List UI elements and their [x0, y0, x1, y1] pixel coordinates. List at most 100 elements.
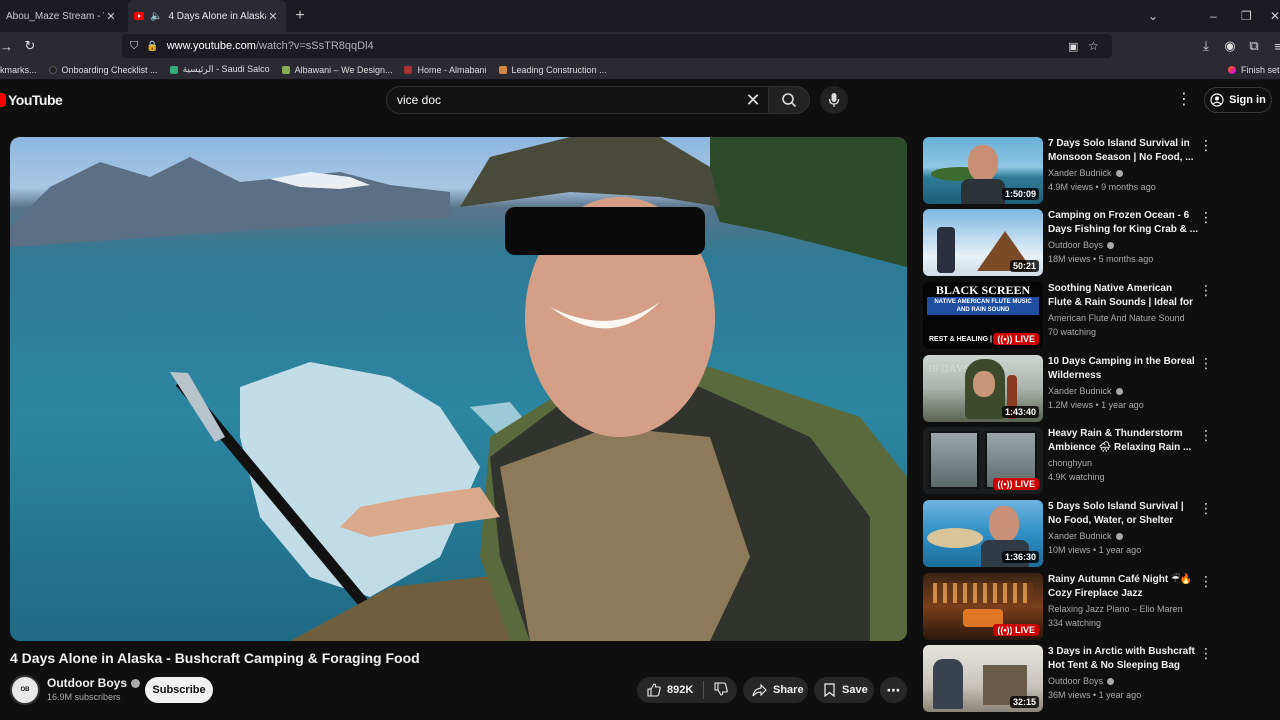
video-title: 4 Days Alone in Alaska - Bushcraft Campi…: [10, 650, 420, 666]
list-item[interactable]: 10 DAYS 1:43:40 10 Days Camping in the B…: [923, 355, 1223, 425]
lock-icon[interactable]: 🔒: [146, 41, 158, 52]
bookmark-item[interactable]: Home - Almabani: [404, 65, 487, 75]
restore-icon[interactable]: ❐: [1241, 0, 1252, 32]
bookmark-item[interactable]: Leading Construction ...: [498, 65, 607, 75]
voice-search-button[interactable]: [820, 86, 848, 114]
share-arrow-icon: [752, 683, 767, 696]
video-player[interactable]: [10, 137, 907, 641]
more-options-icon[interactable]: ⋮: [1199, 645, 1213, 661]
bookmark-item[interactable]: kmarks...: [0, 65, 37, 75]
bookmark-item[interactable]: الرئيسية - Saudi Salco: [169, 64, 270, 75]
recommendation-title[interactable]: Heavy Rain & Thunderstorm Ambience 🌧 Rel…: [1048, 427, 1198, 455]
new-tab-plus-icon[interactable]: +: [286, 7, 314, 25]
url-path-text: /watch?v=sSsTR8qqDl4: [255, 40, 374, 52]
bookmark-item[interactable]: Finish setu: [1228, 65, 1280, 75]
video-thumbnail[interactable]: 1:36:30: [923, 500, 1043, 567]
bookmark-favicon-icon: [169, 65, 178, 74]
verified-icon: [1115, 388, 1123, 396]
recommendation-title[interactable]: 7 Days Solo Island Survival in Monsoon S…: [1048, 137, 1198, 165]
more-options-icon[interactable]: ⋮: [1199, 573, 1213, 589]
window-close-icon[interactable]: ✕: [1270, 0, 1280, 32]
tracking-shield-icon[interactable]: ⛉: [130, 40, 138, 53]
list-item[interactable]: 50:21 Camping on Frozen Ocean - 6 Days F…: [923, 209, 1223, 279]
recommendation-channel[interactable]: Xander Budnick: [1048, 168, 1123, 178]
youtube-favicon-icon: [134, 12, 144, 20]
video-thumbnail[interactable]: 10 DAYS 1:43:40: [923, 355, 1043, 422]
list-item[interactable]: ((•)) LIVE Heavy Rain & Thunderstorm Amb…: [923, 427, 1223, 497]
menu-icon[interactable]: ≡: [1266, 39, 1280, 54]
recommendation-meta: 18M views • 5 months ago: [1048, 254, 1154, 264]
save-button[interactable]: Save: [814, 677, 874, 703]
video-thumbnail[interactable]: ((•)) LIVE: [923, 573, 1043, 640]
verified-icon: [1107, 242, 1115, 250]
list-item[interactable]: 32:15 3 Days in Arctic with Bushcraft Ho…: [923, 645, 1223, 715]
recommendation-meta: 10M views • 1 year ago: [1048, 545, 1142, 555]
bookmark-item[interactable]: Onboarding Checklist ...: [48, 65, 158, 75]
search-button[interactable]: [768, 86, 810, 114]
bookmark-item[interactable]: Albawani – We Design...: [281, 65, 392, 75]
recommendation-channel[interactable]: chonghyun: [1048, 458, 1092, 468]
picture-in-picture-icon[interactable]: ▣: [1068, 40, 1078, 53]
list-item[interactable]: ((•)) LIVE Rainy Autumn Café Night ☔🔥 Co…: [923, 573, 1223, 643]
bookmark-star-icon[interactable]: ☆: [1088, 39, 1099, 53]
more-options-icon[interactable]: ⋮: [1199, 137, 1213, 153]
more-options-icon[interactable]: ⋮: [1199, 427, 1213, 443]
recommendation-title[interactable]: Camping on Frozen Ocean - 6 Days Fishing…: [1048, 209, 1198, 237]
more-options-icon[interactable]: ⋮: [1199, 500, 1213, 516]
recommendation-channel[interactable]: Xander Budnick: [1048, 386, 1123, 396]
recommendation-title[interactable]: 3 Days in Arctic with Bushcraft Hot Tent…: [1048, 645, 1198, 673]
recommendation-channel[interactable]: Outdoor Boys: [1048, 240, 1115, 250]
more-options-icon[interactable]: ⋮: [1199, 282, 1213, 298]
recommendation-channel[interactable]: Xander Budnick: [1048, 531, 1123, 541]
account-icon[interactable]: ◉: [1218, 38, 1242, 54]
verified-icon: [131, 679, 140, 689]
recommendation-title[interactable]: 10 Days Camping in the Boreal Wilderness: [1048, 355, 1198, 383]
verified-icon: [1115, 170, 1123, 178]
list-item[interactable]: 1:36:30 5 Days Solo Island Survival | No…: [923, 500, 1223, 570]
list-item[interactable]: BLACK SCREEN NATIVE AMERICAN FLUTE MUSIC…: [923, 282, 1223, 352]
search-input[interactable]: vice doc: [386, 86, 770, 114]
video-thumbnail[interactable]: 50:21: [923, 209, 1043, 276]
live-badge: ((•)) LIVE: [993, 624, 1039, 636]
video-thumbnail[interactable]: BLACK SCREEN NATIVE AMERICAN FLUTE MUSIC…: [923, 282, 1043, 349]
browser-tab-bar: Abou_Maze Stream - Watch ✕ 🔈 4 Days Alon…: [0, 0, 1280, 32]
duration-badge: 32:15: [1009, 696, 1039, 708]
video-thumbnail[interactable]: 1:50:09: [923, 137, 1043, 204]
tab-abou-maze[interactable]: Abou_Maze Stream - Watch ✕: [0, 0, 124, 32]
duration-badge: 1:43:40: [1001, 406, 1039, 418]
minimize-icon[interactable]: –: [1210, 0, 1217, 32]
bookmark-icon: [824, 683, 835, 697]
channel-avatar[interactable]: OB: [10, 675, 40, 705]
recommendation-channel[interactable]: Relaxing Jazz Piano – Elio Maren: [1048, 604, 1183, 614]
more-options-icon[interactable]: ⋮: [1199, 355, 1213, 371]
clear-search-icon[interactable]: ✕: [740, 88, 766, 112]
recommendation-title[interactable]: Soothing Native American Flute & Rain So…: [1048, 282, 1198, 310]
extensions-icon[interactable]: ⧉: [1242, 38, 1266, 54]
forward-icon[interactable]: →: [0, 39, 13, 54]
recommendation-channel[interactable]: American Flute And Nature Sound: [1048, 313, 1185, 323]
speaker-icon[interactable]: 🔈: [150, 11, 162, 22]
list-item[interactable]: 1:50:09 7 Days Solo Island Survival in M…: [923, 137, 1223, 207]
recommendation-channel[interactable]: Outdoor Boys: [1048, 676, 1115, 686]
dislike-button[interactable]: [714, 681, 729, 699]
video-thumbnail[interactable]: 32:15: [923, 645, 1043, 712]
subscribe-button[interactable]: Subscribe: [145, 677, 213, 703]
channel-name[interactable]: Outdoor Boys: [47, 676, 140, 690]
more-actions-icon[interactable]: ⋯: [880, 677, 907, 703]
more-options-icon[interactable]: ⋮: [1176, 90, 1192, 110]
like-button[interactable]: 892K: [647, 683, 693, 697]
download-icon[interactable]: ⤓: [1194, 38, 1218, 54]
recommendation-title[interactable]: 5 Days Solo Island Survival | No Food, W…: [1048, 500, 1198, 528]
chevron-down-icon[interactable]: ⌄: [1148, 0, 1158, 32]
reload-icon[interactable]: ↻: [18, 38, 42, 54]
more-options-icon[interactable]: ⋮: [1199, 209, 1213, 225]
close-icon[interactable]: ✕: [266, 10, 280, 23]
address-bar[interactable]: ⛉ 🔒 www.youtube.com /watch?v=sSsTR8qqDl4…: [122, 34, 1112, 58]
share-button[interactable]: Share: [743, 677, 808, 703]
youtube-logo[interactable]: YouTube: [0, 92, 63, 108]
tab-active-video[interactable]: 🔈 4 Days Alone in Alaska - Bu ✕: [128, 0, 286, 32]
recommendation-title[interactable]: Rainy Autumn Café Night ☔🔥 Cozy Fireplac…: [1048, 573, 1198, 601]
video-thumbnail[interactable]: ((•)) LIVE: [923, 427, 1043, 494]
sign-in-button[interactable]: Sign in: [1204, 87, 1272, 113]
close-icon[interactable]: ✕: [104, 10, 118, 23]
